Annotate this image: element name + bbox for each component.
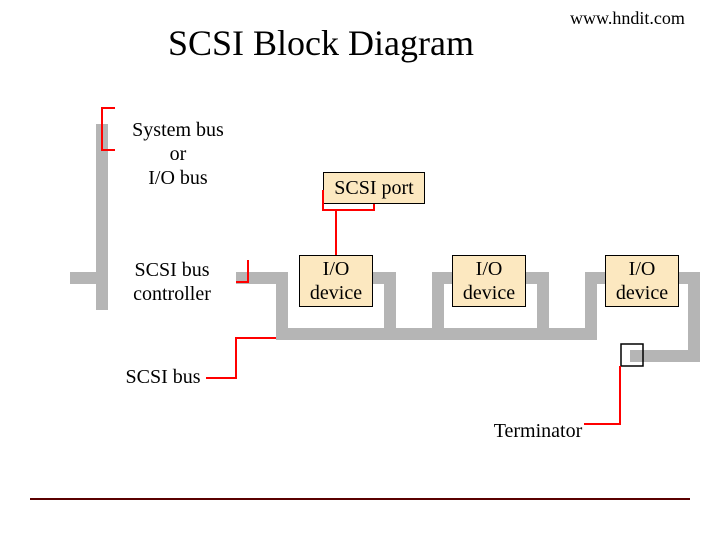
scsi-bus-up-3 [585, 272, 597, 340]
box-io-device-1: I/O device [299, 255, 373, 307]
scsi-bus-down-4 [688, 272, 700, 362]
site-url: www.hndit.com [570, 8, 685, 29]
scsi-bus-term-run [630, 350, 700, 362]
scsi-bus-bottom-2 [432, 328, 597, 340]
scsi-bus-seg-4b [679, 272, 697, 284]
scsi-bus-seg-1a [236, 272, 288, 284]
scsi-bus-up-2 [432, 272, 444, 340]
box-scsi-port: SCSI port [323, 172, 425, 204]
footer-rule [30, 498, 690, 500]
terminator-box [621, 344, 643, 366]
box-io-device-3: I/O device [605, 255, 679, 307]
box-io-device-2: I/O device [452, 255, 526, 307]
system-bus-stub [70, 272, 100, 284]
label-system-bus: System bus or I/O bus [118, 118, 238, 190]
label-scsi-bus-controller: SCSI bus controller [112, 258, 232, 306]
scsi-bus-seg-2a [373, 272, 396, 284]
scsi-bus-down-3 [537, 272, 549, 340]
scsi-bus-bottom-1 [276, 328, 444, 340]
page-title: SCSI Block Diagram [168, 22, 474, 64]
label-scsi-bus: SCSI bus [108, 365, 218, 389]
scsi-bus-down-2 [384, 272, 396, 340]
scsi-bus-seg-3b [526, 272, 549, 284]
label-terminator: Terminator [478, 419, 598, 443]
scsi-bus-down-1 [276, 272, 288, 340]
diagram-stage: SCSI Block Diagram www.hndit.com System … [0, 0, 720, 540]
scsi-bus-seg-4a [585, 272, 605, 284]
scsi-bus-seg-3a [432, 272, 452, 284]
system-bus-bar [96, 124, 108, 310]
